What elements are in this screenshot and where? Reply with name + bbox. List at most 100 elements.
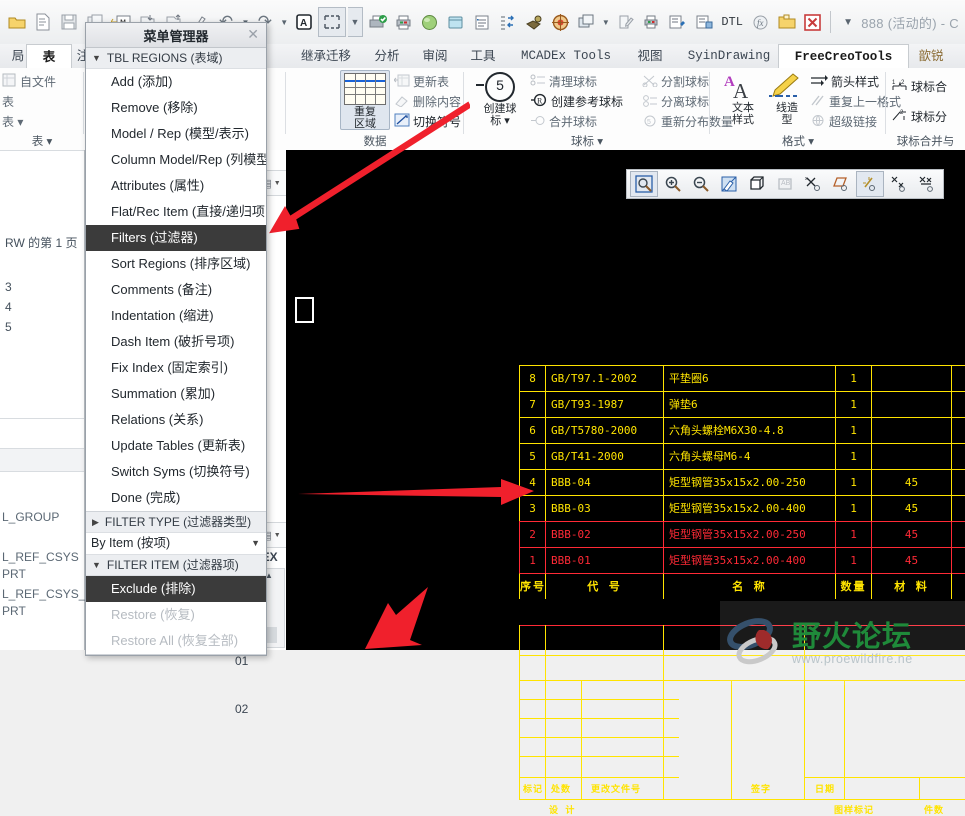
function-icon[interactable]: fx: [749, 9, 773, 35]
window-icon[interactable]: [574, 9, 598, 35]
dtl-icon[interactable]: DTL: [718, 9, 747, 35]
plane-display-icon[interactable]: [828, 172, 854, 196]
delete-content-button[interactable]: 删除内容: [394, 93, 461, 110]
ribbon-tab-7[interactable]: MCADEx Tools: [504, 44, 628, 68]
create-ref-balloon-button[interactable]: R 创建参考球标: [530, 93, 623, 110]
menu-manager-dialog[interactable]: 菜单管理器 ✕ ▼ TBL REGIONS (表域) Add (添加) Remove …: [85, 22, 267, 656]
bom-cell-no[interactable]: 3: [519, 495, 545, 521]
ribbon-tab-3[interactable]: 继承迁移: [286, 44, 366, 68]
bom-cell-qty[interactable]: 1: [835, 391, 871, 417]
menu-item[interactable]: Model / Rep (模型/表示): [86, 121, 266, 147]
regenerate-icon[interactable]: [496, 9, 520, 35]
bom-cell-no[interactable]: 2: [519, 521, 545, 547]
menu-item[interactable]: Comments (备注): [86, 277, 266, 303]
bom-cell-name[interactable]: 六角头螺母M6-4: [663, 443, 835, 469]
menu-item[interactable]: Exclude (排除): [86, 576, 266, 602]
bom-cell-name[interactable]: 矩型钢管35x15x2.00-400: [663, 495, 835, 521]
bom-cell-no[interactable]: 4: [519, 469, 545, 495]
bom-cell-material[interactable]: 45: [871, 469, 951, 495]
table-row[interactable]: 8GB/T97.1-2002平垫圈61 0.00: [519, 365, 965, 391]
point-display-icon[interactable]: [886, 172, 912, 196]
table-row[interactable]: 5GB/T41-2000六角头螺母M6-41 0.00: [519, 443, 965, 469]
bom-cell-weight[interactable]: 0.00: [951, 391, 965, 417]
view-orientation-icon[interactable]: [744, 172, 770, 196]
list-item-02[interactable]: 02: [235, 702, 248, 716]
scroll-thumb[interactable]: [267, 627, 277, 643]
plot-icon[interactable]: [639, 9, 663, 35]
merge-balloon-button[interactable]: 合并球标: [530, 113, 597, 130]
menu-item[interactable]: Sort Regions (排序区域): [86, 251, 266, 277]
detach-balloon-button[interactable]: 分离球标: [642, 93, 709, 110]
bom-cell-weight[interactable]: 0.00: [951, 443, 965, 469]
menu-item[interactable]: Indentation (缩进): [86, 303, 266, 329]
text-style-button[interactable]: AA 文本 样式: [720, 72, 766, 126]
saved-view-icon[interactable]: AB: [772, 172, 798, 196]
list-view-icon[interactable]: [470, 9, 494, 35]
switch-symbols-button[interactable]: 切换符号: [394, 113, 461, 130]
model-tree-item-1[interactable]: L_REF_CSYS: [2, 550, 84, 564]
line-style-button[interactable]: 线造 型: [764, 72, 810, 126]
open-dir-icon[interactable]: [775, 9, 799, 35]
selection-marker-box[interactable]: [295, 297, 314, 323]
save-icon[interactable]: [57, 9, 81, 35]
bom-cell-name[interactable]: 弹垫6: [663, 391, 835, 417]
bom-cell-no[interactable]: 8: [519, 365, 545, 391]
close-icon[interactable]: ✕: [247, 26, 259, 43]
menu-item[interactable]: Filters (过滤器): [86, 225, 266, 251]
bom-cell-qty[interactable]: 1: [835, 417, 871, 443]
balloon-split-button[interactable]: 2 球标分: [892, 108, 947, 125]
datum-plane-display-icon[interactable]: x: [800, 172, 826, 196]
bom-cell-name[interactable]: 六角头螺栓M6X30-4.8: [663, 417, 835, 443]
bom-cell-no[interactable]: 6: [519, 417, 545, 443]
menu-item[interactable]: Fix Index (固定索引): [86, 355, 266, 381]
bom-cell-qty[interactable]: 1: [835, 495, 871, 521]
menu-section-header-filter-type[interactable]: ▶ FILTER TYPE (过滤器类型): [86, 512, 266, 533]
model-tree-item-3[interactable]: L_REF_CSYS_1: [2, 587, 92, 601]
table-row[interactable]: 4BBB-04矩型钢管35x15x2.00-2501450.33: [519, 469, 965, 495]
bom-cell-material[interactable]: 45: [871, 547, 951, 573]
axis-display-icon[interactable]: [856, 171, 884, 197]
close-x-icon[interactable]: [801, 9, 825, 35]
edit-sheet-icon[interactable]: [613, 9, 637, 35]
clean-balloon-button[interactable]: 清理球标: [530, 73, 597, 90]
bom-cell-weight[interactable]: 0.54: [951, 547, 965, 573]
update-table-button[interactable]: 更新表: [393, 73, 449, 90]
window-dropdown-icon[interactable]: ▼: [600, 9, 611, 35]
target-icon[interactable]: [548, 9, 572, 35]
bom-cell-weight[interactable]: 0.00: [951, 365, 965, 391]
bom-cell-name[interactable]: 矩型钢管35x15x2.00-250: [663, 521, 835, 547]
ribbon-tab-8[interactable]: 视图: [620, 44, 680, 68]
menu-item[interactable]: Summation (累加): [86, 381, 266, 407]
menu-section-header-tbl-regions[interactable]: ▼ TBL REGIONS (表域): [86, 48, 266, 69]
bom-cell-material[interactable]: 45: [871, 521, 951, 547]
table-row[interactable]: 3BBB-03矩型钢管35x15x2.00-4001450.53: [519, 495, 965, 521]
bom-cell-weight[interactable]: 0.33: [951, 469, 965, 495]
bom-cell-code[interactable]: BBB-01: [545, 547, 663, 573]
repeat-region-button[interactable]: 重复 区域: [340, 70, 390, 130]
create-balloon-button[interactable]: 5 创建球 标 ▾: [474, 72, 526, 127]
list-item-01[interactable]: 01: [235, 654, 248, 668]
chevron-down-icon[interactable]: ▼: [92, 555, 101, 575]
bom-cell-code[interactable]: GB/T93-1987: [545, 391, 663, 417]
bom-cell-no[interactable]: 5: [519, 443, 545, 469]
menu-item[interactable]: Done (完成): [86, 485, 266, 511]
bom-cell-name[interactable]: 矩型钢管35x15x2.00-400: [663, 547, 835, 573]
tools-icon[interactable]: [522, 9, 546, 35]
model-tree-item-2[interactable]: PRT: [2, 567, 84, 581]
new-file-icon[interactable]: [31, 9, 55, 35]
select-dropdown-icon[interactable]: ▼: [347, 7, 364, 37]
table-row[interactable]: 6GB/T5780-2000六角头螺栓M6X30-4.81 0.01: [519, 417, 965, 443]
bom-cell-qty[interactable]: 1: [835, 547, 871, 573]
bom-cell-qty[interactable]: 1: [835, 365, 871, 391]
sheet-setup-icon[interactable]: [444, 9, 468, 35]
bom-cell-material[interactable]: [871, 417, 951, 443]
model-tree-item-0[interactable]: L_GROUP: [2, 510, 84, 524]
menu-item[interactable]: Add (添加): [86, 69, 266, 95]
bom-table[interactable]: 8GB/T97.1-2002平垫圈610.007GB/T93-1987弹垫610…: [519, 365, 965, 599]
bom-cell-no[interactable]: 7: [519, 391, 545, 417]
bom-cell-weight[interactable]: 0.33: [951, 521, 965, 547]
chevron-down-icon[interactable]: ▼: [92, 48, 101, 68]
zoom-in-icon[interactable]: [660, 172, 686, 196]
paste-view-icon[interactable]: [692, 9, 716, 35]
open-folder-icon[interactable]: [5, 9, 29, 35]
